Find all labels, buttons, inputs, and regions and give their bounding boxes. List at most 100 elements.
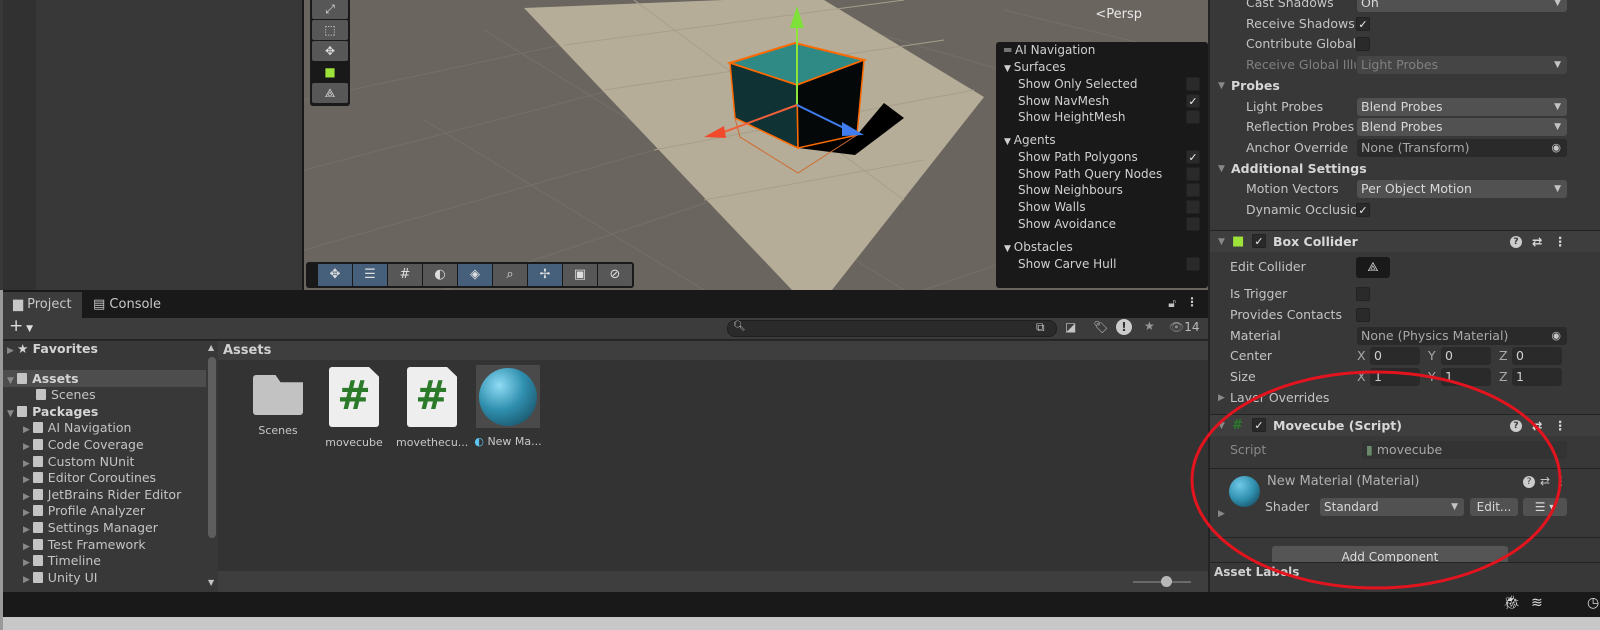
checkbox[interactable] — [1186, 110, 1200, 125]
triangle-right-icon[interactable]: ▶ — [23, 442, 33, 452]
component-enabled-checkbox[interactable]: ✓ — [1252, 234, 1266, 248]
triangle-right-icon[interactable]: ▶ — [23, 492, 33, 502]
rect-tool-button[interactable]: ⬚ — [312, 20, 348, 40]
shading-button[interactable]: ◐ — [423, 264, 457, 286]
triangle-down-icon[interactable]: ▼ — [7, 409, 17, 419]
triangle-right-icon[interactable]: ▶ — [23, 508, 33, 518]
triangle-right-icon[interactable]: ▶ — [23, 425, 33, 435]
size-y-field[interactable]: 1 — [1441, 368, 1491, 386]
tree-item[interactable]: ▶ Editor Coroutines — [3, 469, 206, 486]
asset-tile[interactable]: # movethecu... — [396, 365, 468, 449]
chevron-down-icon[interactable]: ▼ — [1554, 180, 1561, 198]
center-x-field[interactable]: 0 — [1370, 347, 1420, 365]
size-x-field[interactable]: 1 — [1370, 368, 1420, 386]
component-menu-icon[interactable]: ⋮ — [1555, 474, 1567, 488]
grid-button[interactable]: # — [388, 264, 422, 286]
pivot-button[interactable]: ✢ — [528, 264, 562, 286]
scroll-thumb[interactable] — [208, 357, 216, 538]
triangle-down-icon[interactable]: ▼ — [1218, 415, 1225, 437]
triangle-right-icon[interactable]: ▶ — [23, 475, 33, 485]
section-surfaces[interactable]: ▼ Surfaces — [1004, 59, 1208, 76]
checkbox[interactable]: ✓ — [1356, 203, 1370, 217]
tree-scrollbar[interactable]: ▲ ▼ — [206, 341, 218, 592]
help-icon[interactable]: ? — [1523, 476, 1535, 488]
checkbox[interactable] — [1186, 183, 1200, 198]
chevron-down-icon[interactable]: ▼ — [1554, 98, 1561, 116]
cache-server-icon[interactable]: ≋ — [1531, 595, 1543, 611]
edit-collider-tool-button[interactable]: ⟁ — [312, 83, 348, 103]
tree-item[interactable]: Scenes — [3, 386, 206, 403]
shader-edit-button[interactable]: Edit... — [1470, 498, 1518, 516]
filter-by-label-icon[interactable]: 🏷︎ — [1093, 320, 1108, 334]
scroll-up-icon[interactable]: ▲ — [208, 343, 214, 352]
center-y-field[interactable]: 0 — [1441, 347, 1491, 365]
presets-icon[interactable]: ⇄ — [1532, 231, 1542, 253]
size-z-field[interactable]: 1 — [1512, 368, 1562, 386]
material-preview-sphere[interactable] — [1229, 476, 1260, 507]
checkbox[interactable]: ✓ — [1356, 16, 1370, 31]
nav-option[interactable]: Show HeightMesh — [1004, 109, 1208, 126]
component-header[interactable]: ▼ ■ ✓ Box Collider? ⇄ ⋮ — [1210, 230, 1600, 252]
drag-handle-icon[interactable]: ═ — [1004, 43, 1015, 57]
tree-item[interactable]: ▼ Packages — [3, 403, 206, 420]
tree-item[interactable]: ▶ Timeline — [3, 552, 206, 569]
tree-item[interactable]: ▶ JetBrains Rider Editor — [3, 486, 206, 503]
tree-item[interactable]: ▶ Test Framework — [3, 536, 206, 553]
edit-collider-button[interactable]: ⟁ — [1356, 257, 1390, 278]
overlay-title[interactable]: ═ AI Navigation — [1004, 42, 1208, 59]
triangle-down-icon[interactable]: ▼ — [1218, 231, 1225, 253]
presets-icon[interactable]: ⇄ — [1532, 415, 1542, 437]
component-header[interactable]: ▼ # ✓ Movecube (Script)? ⇄ ⋮ — [1210, 414, 1600, 436]
triangle-right-icon[interactable]: ▶ — [1218, 388, 1225, 408]
checkbox[interactable]: ✓ — [1186, 93, 1200, 108]
transform-tool-button[interactable]: ✥ — [312, 41, 348, 61]
favorites-star-icon[interactable]: ★ — [1144, 319, 1155, 333]
object-picker-icon[interactable]: ◉ — [1551, 327, 1561, 345]
checkbox[interactable] — [1186, 216, 1200, 231]
shader-dropdown[interactable]: Standard ▼ — [1320, 498, 1464, 516]
checkbox[interactable]: ✓ — [1186, 150, 1200, 165]
navmesh-button[interactable]: ◈ — [458, 264, 492, 286]
log-warnings-icon[interactable]: ! — [1116, 319, 1132, 335]
scroll-down-icon[interactable]: ▼ — [208, 578, 214, 587]
triangle-right-icon[interactable]: ▶ — [7, 346, 17, 356]
presets-icon[interactable]: ⇄ — [1540, 474, 1550, 488]
chevron-down-icon[interactable]: ▼ — [1554, 118, 1561, 136]
physics-material-field[interactable]: None (Physics Material) ◉ — [1357, 327, 1567, 345]
chevron-down-icon[interactable]: ▼ — [1554, 0, 1561, 12]
tree-item[interactable]: ▶ Custom NUnit — [3, 453, 206, 470]
snap-settings-button[interactable]: ☰ — [353, 264, 387, 286]
debug-icon[interactable]: 🐞︎ — [1503, 595, 1521, 611]
asset-tile[interactable]: # movecube — [318, 365, 390, 449]
checkbox[interactable] — [1186, 200, 1200, 215]
assets-breadcrumb[interactable]: Assets — [218, 341, 1208, 360]
checkbox[interactable] — [1186, 256, 1200, 271]
nav-option[interactable]: Show Path Polygons ✓ — [1004, 149, 1208, 166]
triangle-right-icon[interactable]: ▶ — [23, 558, 33, 568]
asset-labels-header[interactable]: Asset Labels — [1210, 562, 1600, 582]
tree-item[interactable]: ▶ Settings Manager — [3, 519, 206, 536]
create-button[interactable]: + ▼ — [9, 316, 33, 336]
nav-option[interactable]: Show Walls — [1004, 199, 1208, 216]
scene-view[interactable]: ⤢ ⬚ ✥ ■ ⟁ ✥ ☰ # ◐ ◈ ⌕ ✢ ▣ ⊘ <Persp ═ AI Navigati… — [302, 0, 1208, 290]
compass-button[interactable]: ⊘ — [598, 264, 632, 286]
more-options-icon[interactable]: ⋮ — [1186, 295, 1198, 309]
asset-tile[interactable]: ◐ New Ma... — [472, 365, 544, 448]
filter-by-type-icon[interactable]: ◪ — [1065, 320, 1076, 334]
nav-option[interactable]: Show Avoidance — [1004, 216, 1208, 233]
dropdown[interactable]: Per Object Motion ▼ — [1357, 180, 1567, 199]
nav-option[interactable]: Show NavMesh ✓ — [1004, 93, 1208, 110]
dropdown[interactable]: Blend Probes ▼ — [1357, 118, 1567, 137]
camera-button[interactable]: ▣ — [563, 264, 597, 286]
search-in-folder-icon[interactable]: ⧉ — [1036, 320, 1045, 335]
search-input[interactable]: 🔍︎ — [727, 320, 1057, 337]
tree-item[interactable]: ▶ Code Coverage — [3, 436, 206, 453]
chevron-down-icon[interactable]: ▼ — [1554, 56, 1561, 74]
help-icon[interactable]: ? — [1510, 236, 1522, 248]
checkbox[interactable] — [1356, 287, 1370, 301]
nav-option[interactable]: Show Neighbours — [1004, 182, 1208, 199]
section-agents[interactable]: ▼ Agents — [1004, 132, 1208, 149]
tree-item[interactable]: ▼ Assets — [3, 370, 206, 387]
triangle-right-icon[interactable]: ▶ — [23, 542, 33, 552]
move-button[interactable]: ✥ — [318, 264, 352, 286]
